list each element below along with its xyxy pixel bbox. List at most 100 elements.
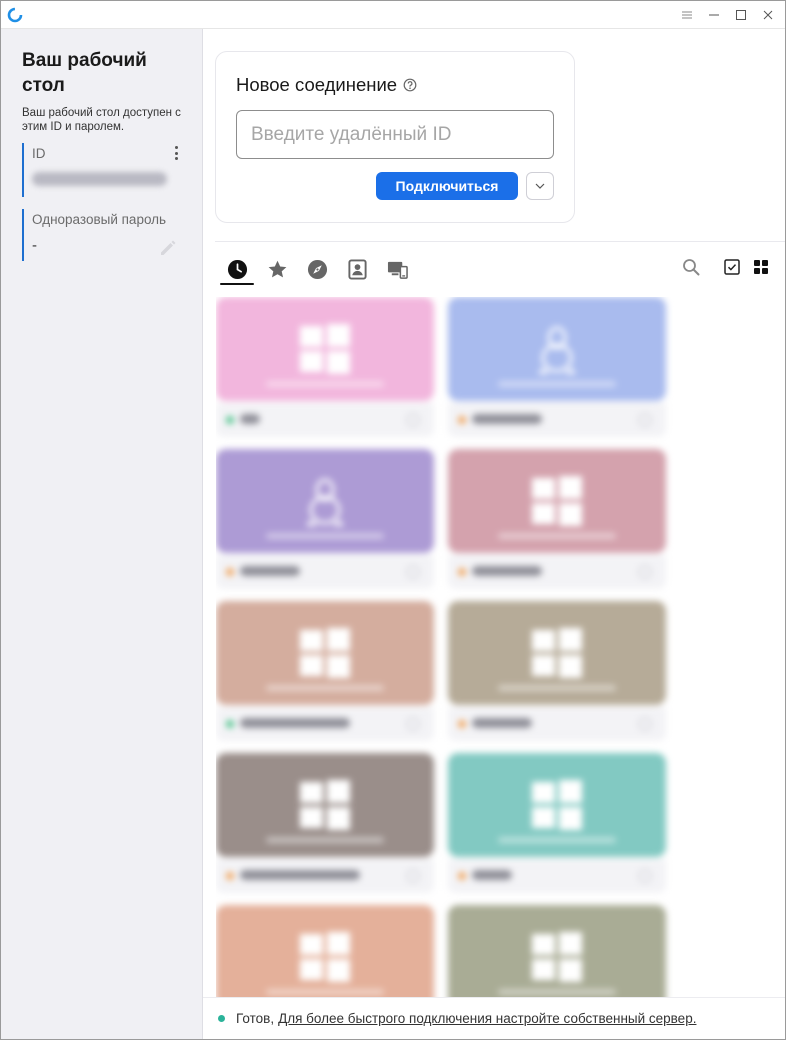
- peer-grid: [216, 297, 676, 997]
- grid-view-icon: [754, 260, 768, 274]
- menu-button[interactable]: [673, 1, 700, 29]
- peer-thumbnail[interactable]: [448, 601, 666, 705]
- peer-card[interactable]: [216, 449, 434, 589]
- peer-card[interactable]: [216, 601, 434, 741]
- peer-card[interactable]: [216, 297, 434, 437]
- peer-card[interactable]: [448, 905, 666, 997]
- peer-footer: [448, 859, 666, 893]
- online-status-dot: [458, 872, 466, 880]
- peer-card[interactable]: [448, 753, 666, 893]
- peer-footer: [216, 555, 434, 589]
- clock-icon: [227, 259, 247, 279]
- peer-thumbnail[interactable]: [216, 753, 434, 857]
- contact-book-icon: [347, 258, 367, 280]
- peer-options-icon[interactable]: [406, 717, 420, 731]
- id-options-button[interactable]: [170, 145, 182, 161]
- peer-thumbnail[interactable]: [216, 449, 434, 553]
- windows-icon: [532, 476, 582, 526]
- star-icon: [268, 260, 286, 277]
- app-window: Ваш рабочий стол Ваш рабочий стол доступ…: [0, 0, 786, 1040]
- peer-caption: [498, 837, 616, 843]
- kebab-dot: [174, 157, 178, 160]
- close-icon: [763, 10, 772, 20]
- peer-label: [472, 870, 512, 880]
- select-mode-button[interactable]: [721, 255, 743, 279]
- peer-thumbnail[interactable]: [448, 297, 666, 401]
- peer-options-icon[interactable]: [638, 717, 652, 731]
- peer-options-icon[interactable]: [406, 413, 420, 427]
- peer-thumbnail[interactable]: [448, 753, 666, 857]
- peer-label: [240, 718, 350, 728]
- close-button[interactable]: [754, 1, 781, 29]
- maximize-icon: [735, 10, 746, 20]
- windows-icon: [532, 628, 582, 678]
- peer-caption: [498, 381, 616, 387]
- peer-footer: [216, 707, 434, 741]
- status-indicator: [218, 1015, 225, 1022]
- peer-card[interactable]: [216, 905, 434, 997]
- windows-icon: [532, 932, 582, 982]
- connect-button[interactable]: Подключиться: [376, 172, 518, 200]
- peer-label: [472, 718, 532, 728]
- peer-card[interactable]: [448, 297, 666, 437]
- help-icon[interactable]: [403, 78, 417, 92]
- tab-favorites[interactable]: [257, 253, 297, 285]
- online-status-dot: [458, 568, 466, 576]
- peer-label: [472, 566, 542, 576]
- connect-options-dropdown[interactable]: [526, 172, 554, 200]
- peer-label: [472, 414, 542, 424]
- tab-group[interactable]: [377, 253, 417, 285]
- compass-icon: [307, 259, 327, 279]
- password-block: Одноразовый пароль -: [22, 209, 192, 261]
- peer-options-icon[interactable]: [406, 565, 420, 579]
- remote-id-input[interactable]: [236, 110, 554, 159]
- peer-caption: [498, 533, 616, 539]
- peer-thumbnail[interactable]: [448, 905, 666, 997]
- sidebar-title: Ваш рабочий стол: [22, 50, 147, 96]
- peer-options-icon[interactable]: [638, 565, 652, 579]
- peer-footer: [448, 555, 666, 589]
- peer-footer: [448, 403, 666, 437]
- tab-address-book[interactable]: [337, 253, 377, 285]
- peer-card[interactable]: [448, 449, 666, 589]
- windows-icon: [300, 628, 350, 678]
- windows-icon: [300, 932, 350, 982]
- minimize-icon: [708, 14, 719, 16]
- peer-card[interactable]: [448, 601, 666, 741]
- windows-icon: [300, 780, 350, 830]
- windows-icon: [300, 324, 350, 374]
- peer-options-icon[interactable]: [638, 869, 652, 883]
- linux-icon: [306, 478, 344, 526]
- peer-caption: [498, 989, 616, 995]
- peer-thumbnail[interactable]: [216, 905, 434, 997]
- new-connection-card: Новое соединение Подключиться: [215, 51, 575, 223]
- minimize-button[interactable]: [700, 1, 727, 29]
- peer-options-icon[interactable]: [406, 869, 420, 883]
- select-checkbox-icon: [724, 259, 740, 275]
- new-connection-title: Новое соединение: [236, 74, 417, 96]
- new-connection-title-text: Новое соединение: [236, 74, 398, 95]
- menu-icon: [681, 11, 692, 19]
- peer-label: [240, 566, 300, 576]
- peer-card[interactable]: [216, 753, 434, 893]
- online-status-dot: [226, 568, 234, 576]
- kebab-dot: [174, 151, 178, 155]
- peer-options-icon[interactable]: [638, 413, 652, 427]
- peer-caption: [266, 533, 384, 539]
- maximize-button[interactable]: [727, 1, 754, 29]
- grid-view-button[interactable]: [749, 255, 773, 279]
- peer-thumbnail[interactable]: [448, 449, 666, 553]
- peer-thumbnail[interactable]: [216, 601, 434, 705]
- peer-caption: [266, 989, 384, 995]
- setup-server-link[interactable]: Для более быстрого подключения настройте…: [278, 1011, 696, 1026]
- tab-discovered[interactable]: [297, 253, 337, 285]
- tab-recent[interactable]: [217, 253, 257, 285]
- sidebar: Ваш рабочий стол Ваш рабочий стол доступ…: [1, 29, 203, 1039]
- peer-footer: [216, 859, 434, 893]
- peer-caption: [498, 685, 616, 691]
- title-bar[interactable]: [1, 1, 785, 29]
- search-button[interactable]: [679, 255, 703, 279]
- edit-password-icon[interactable]: [158, 237, 178, 257]
- id-value[interactable]: [32, 172, 167, 186]
- peer-thumbnail[interactable]: [216, 297, 434, 401]
